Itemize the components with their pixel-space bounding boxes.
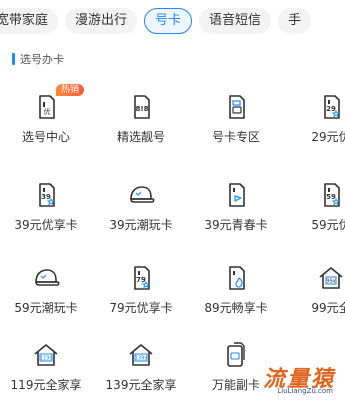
grid-item-label: 39元潮玩卡 xyxy=(109,218,173,232)
sim-39-star-icon: 39 xyxy=(39,183,56,207)
grid-item-label: 59元潮玩卡 xyxy=(14,301,78,315)
tab-voice-sms[interactable]: 语音短信 xyxy=(199,8,272,34)
sim-fire-icon xyxy=(229,266,245,290)
sim-icon-text: 79 xyxy=(136,276,146,284)
sim-icon-text: 优 xyxy=(44,107,51,116)
sim-29-icon: 29 xyxy=(324,95,341,119)
house-icon-text: 99x xyxy=(326,279,335,285)
grid-item-label: 精选靓号 xyxy=(116,130,165,144)
grid-item-label: 39元青春卡 xyxy=(204,218,268,232)
grid-item-label: 29元优 xyxy=(311,130,345,144)
grid-item-selected-numbers[interactable]: 8!8 精选靓号 xyxy=(91,82,191,152)
grid-item-card-zone[interactable]: 号卡专区 xyxy=(186,82,286,152)
grid-row: 39 39元优享卡 39元潮玩卡 39元青春卡 59 59元优 xyxy=(0,170,345,240)
grid-item-59-card[interactable]: 59 59元优 xyxy=(281,170,345,240)
cap-icon xyxy=(35,269,60,286)
sim-888-icon: 8!8 xyxy=(134,95,150,119)
tab-roaming-travel[interactable]: 漫游出行 xyxy=(65,8,138,34)
tab-broadband-family[interactable]: 宽带家庭 xyxy=(0,8,59,34)
sim-you-icon: 优 xyxy=(39,95,55,119)
house-99-icon: 99x xyxy=(319,267,343,289)
grid-item-59-chaowan[interactable]: 59元潮玩卡 xyxy=(0,253,96,323)
grid-item-number-center[interactable]: 优 热销 选号中心 xyxy=(0,82,96,152)
grid-item-label: 99元全 xyxy=(311,301,345,315)
grid-item-139-family[interactable]: 139s 139元全家享 xyxy=(91,330,191,400)
grid-item-39-youxiang[interactable]: 39 39元优享卡 xyxy=(0,170,96,240)
grid-item-119-family[interactable]: 119s 119元全家享 xyxy=(0,330,96,400)
section-title: 选号办卡 xyxy=(20,53,64,66)
grid-item-label: 79元优享卡 xyxy=(109,301,173,315)
site-watermark: 流量猿 LiuLiangZu.com xyxy=(247,361,339,399)
grid-item-29-card[interactable]: 29 29元优 xyxy=(281,82,345,152)
section-accent-bar xyxy=(12,53,15,65)
house-icon-text: 139s xyxy=(135,356,148,362)
section-header: 选号办卡 xyxy=(12,52,64,66)
grid-item-99-family[interactable]: 99x 99元全 xyxy=(281,253,345,323)
grid-item-label: 139元全家享 xyxy=(105,378,177,392)
tab-phone[interactable]: 手 xyxy=(278,8,312,34)
house-119-icon: 119s xyxy=(34,344,58,366)
house-139-icon: 139s xyxy=(129,344,153,366)
sim-icon-text: 59 xyxy=(326,193,336,201)
sim-59-icon: 59 xyxy=(324,183,341,207)
grid-item-label: 59元优 xyxy=(311,218,345,232)
sim-icon-text: 8!8 xyxy=(136,105,149,113)
house-icon-text: 119s xyxy=(40,356,53,362)
grid-row: 59元潮玩卡 79 79元优享卡 89元畅享卡 99x 99元全 xyxy=(0,253,345,323)
grid-item-89-changxiang[interactable]: 89元畅享卡 xyxy=(186,253,286,323)
sim-icon-text: 39 xyxy=(41,193,51,201)
watermark-url: LiuLiangZu.com xyxy=(277,387,333,395)
grid-item-label: 119元全家享 xyxy=(10,378,82,392)
sim-flag-icon xyxy=(229,183,245,207)
grid-item-label: 89元畅享卡 xyxy=(204,301,268,315)
sim-icon-text: 29 xyxy=(326,105,336,113)
grid-row: 优 热销 选号中心 8!8 精选靓号 号卡专区 29 29元优 xyxy=(0,82,345,152)
category-tabs: 宽带家庭 漫游出行 号卡 语音短信 手 xyxy=(0,7,318,35)
grid-item-79-youxiang[interactable]: 79 79元优享卡 xyxy=(91,253,191,323)
grid-item-39-chaowan[interactable]: 39元潮玩卡 xyxy=(91,170,191,240)
grid-item-label: 39元优享卡 xyxy=(14,218,78,232)
grid-item-39-qingchun[interactable]: 39元青春卡 xyxy=(186,170,286,240)
sim-card-icon xyxy=(229,95,245,119)
grid-item-label: 选号中心 xyxy=(21,130,70,144)
sim-79-star-icon: 79 xyxy=(134,266,151,290)
grid-item-label: 号卡专区 xyxy=(211,130,260,144)
cap-icon xyxy=(130,186,155,203)
hot-badge: 热销 xyxy=(56,84,85,96)
tab-number-card[interactable]: 号卡 xyxy=(144,8,193,34)
